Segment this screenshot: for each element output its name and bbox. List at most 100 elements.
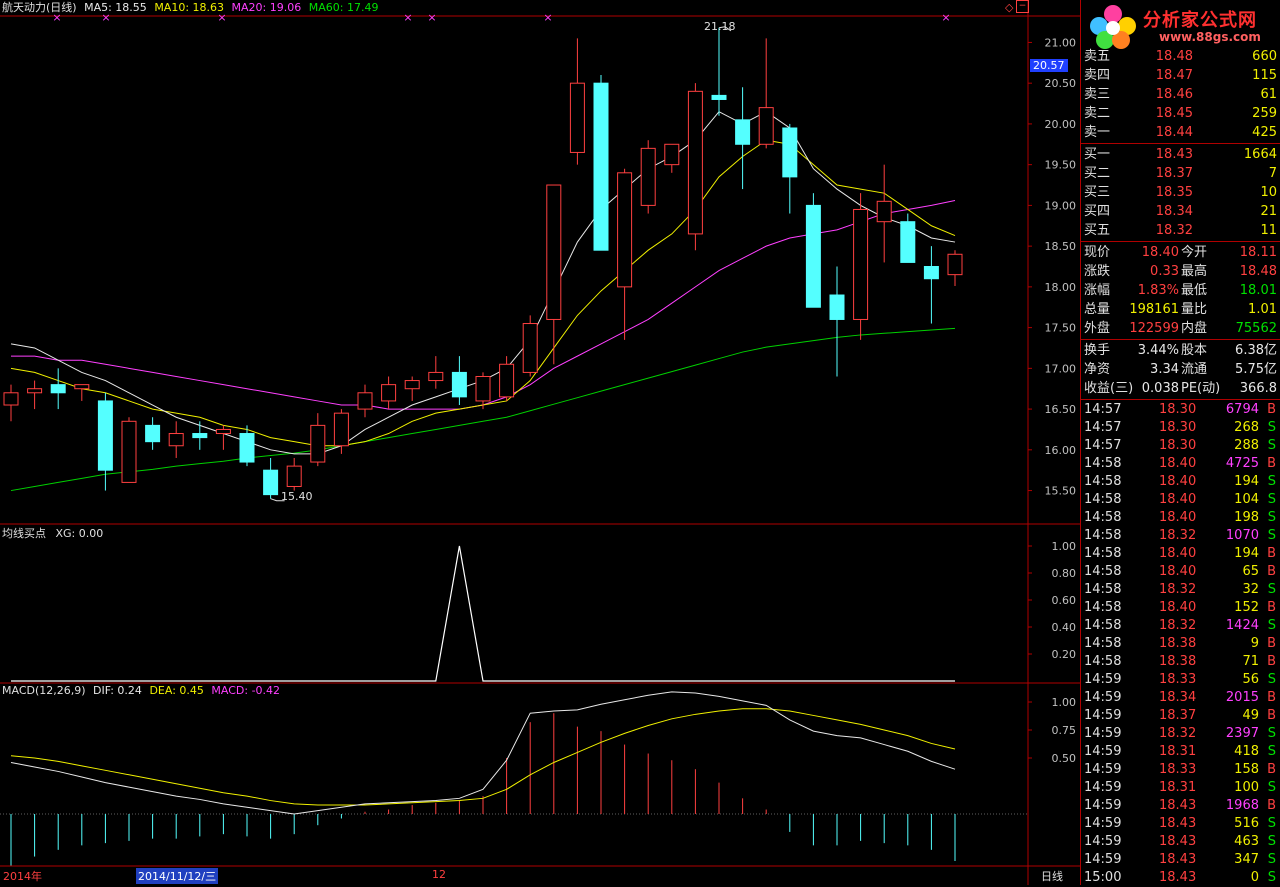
stat-value: 18.11 — [1239, 245, 1277, 260]
tick-time: 14:59 — [1084, 726, 1122, 741]
stat-row: 涨幅 1.83% 最低 18.01 — [1081, 281, 1280, 300]
candle-body — [74, 384, 90, 390]
tick-volume: 2397 — [1225, 726, 1259, 741]
tick-row[interactable]: 14:58 18.32 1070 S — [1081, 527, 1280, 545]
tick-side: S — [1267, 852, 1276, 867]
stat-value: 5.75亿 — [1235, 362, 1277, 377]
tick-row[interactable]: 14:58 18.40 194 B — [1081, 545, 1280, 563]
candle-body — [805, 204, 821, 308]
tick-row[interactable]: 14:59 18.43 347 S — [1081, 851, 1280, 869]
stat-value: 18.48 — [1239, 264, 1277, 279]
tick-row[interactable]: 14:58 18.38 71 B — [1081, 653, 1280, 671]
tick-time: 14:58 — [1084, 528, 1122, 543]
stat-value: 18.01 — [1239, 283, 1277, 298]
minimize-icon[interactable]: − — [1016, 0, 1029, 13]
ask-row[interactable]: 卖一 18.44 425 — [1081, 123, 1280, 142]
tick-row[interactable]: 14:59 18.34 2015 B — [1081, 689, 1280, 707]
candle-body — [3, 392, 19, 406]
tick-time: 14:58 — [1084, 636, 1122, 651]
tick-row[interactable]: 14:59 18.43 516 S — [1081, 815, 1280, 833]
tick-price: 18.30 — [1159, 420, 1197, 435]
bid-label: 买三 — [1084, 185, 1111, 200]
tick-time: 14:59 — [1084, 798, 1122, 813]
ask-price: 18.45 — [1155, 106, 1193, 121]
bid-label: 买五 — [1084, 223, 1111, 238]
ind-tick-label: 0.80 — [1052, 567, 1077, 580]
tick-row[interactable]: 15:00 18.43 0 S — [1081, 869, 1280, 887]
ask-row[interactable]: 卖五 18.48 660 — [1081, 47, 1280, 66]
dea-value: DEA: 0.45 — [149, 684, 204, 697]
tick-row[interactable]: 14:59 18.33 158 B — [1081, 761, 1280, 779]
macd-tick-label: 0.50 — [1052, 752, 1077, 765]
price-tick-label: 20.50 — [1045, 77, 1077, 90]
bid-row[interactable]: 买三 18.35 10 — [1081, 183, 1280, 202]
indicator-title: 均线买点 — [2, 527, 46, 540]
tick-time: 15:00 — [1084, 870, 1122, 885]
tick-side: B — [1267, 564, 1276, 579]
tick-row[interactable]: 14:58 18.32 32 S — [1081, 581, 1280, 599]
bid-row[interactable]: 买一 18.43 1664 — [1081, 145, 1280, 164]
chart-area[interactable]: 21.00 20.50 20.00 19.50 19.00 18.50 18.00 17.50… — [0, 0, 1080, 885]
tick-side: B — [1267, 798, 1276, 813]
candle-body — [829, 294, 845, 320]
tick-volume: 9 — [1250, 636, 1259, 651]
tick-row[interactable]: 14:59 18.31 418 S — [1081, 743, 1280, 761]
tick-row[interactable]: 14:58 18.40 152 B — [1081, 599, 1280, 617]
tick-row[interactable]: 14:58 18.40 65 B — [1081, 563, 1280, 581]
tick-row[interactable]: 14:57 18.30 288 S — [1081, 437, 1280, 455]
period-label[interactable]: 日线 — [1041, 868, 1063, 884]
diamond-icon[interactable]: ◇ — [1005, 1, 1013, 14]
tick-price: 18.31 — [1159, 744, 1197, 759]
tick-price: 18.43 — [1159, 834, 1197, 849]
tick-volume: 49 — [1242, 708, 1259, 723]
tick-price: 18.33 — [1159, 672, 1197, 687]
candle-body — [428, 371, 444, 382]
candle-body — [617, 172, 633, 288]
bid-volume: 1664 — [1243, 147, 1277, 162]
tick-volume: 100 — [1234, 780, 1259, 795]
tick-time: 14:57 — [1084, 438, 1122, 453]
stat-label: 涨跌 — [1084, 264, 1111, 279]
ask-row[interactable]: 卖二 18.45 259 — [1081, 104, 1280, 123]
dif-value: DIF: 0.24 — [93, 684, 142, 697]
footer-month: 12 — [432, 868, 446, 881]
bid-price: 18.43 — [1155, 147, 1193, 162]
ind-tick-label: 1.00 — [1052, 540, 1077, 553]
tick-row[interactable]: 14:59 18.43 463 S — [1081, 833, 1280, 851]
bid-row[interactable]: 买五 18.32 11 — [1081, 221, 1280, 240]
stat-value: 75562 — [1235, 321, 1277, 336]
tick-row[interactable]: 14:57 18.30 268 S — [1081, 419, 1280, 437]
stock-title: 航天动力(日线) — [2, 1, 77, 14]
ask-row[interactable]: 卖四 18.47 115 — [1081, 66, 1280, 85]
stat-label: 收益(三) — [1084, 381, 1134, 396]
tick-row[interactable]: 14:58 18.38 9 B — [1081, 635, 1280, 653]
kline-chart[interactable]: 21.00 20.50 20.00 19.50 19.00 18.50 18.00 17.50… — [0, 0, 1080, 885]
tick-row[interactable]: 14:58 18.40 104 S — [1081, 491, 1280, 509]
tick-row[interactable]: 14:59 18.31 100 S — [1081, 779, 1280, 797]
tick-row[interactable]: 14:59 18.32 2397 S — [1081, 725, 1280, 743]
tick-volume: 0 — [1250, 870, 1259, 885]
tick-row[interactable]: 14:58 18.40 194 S — [1081, 473, 1280, 491]
tick-row[interactable]: 14:59 18.37 49 B — [1081, 707, 1280, 725]
bid-row[interactable]: 买四 18.34 21 — [1081, 202, 1280, 221]
tick-price: 18.32 — [1159, 582, 1197, 597]
tick-row[interactable]: 14:59 18.33 56 S — [1081, 671, 1280, 689]
bid-price: 18.37 — [1155, 166, 1193, 181]
bid-row[interactable]: 买二 18.37 7 — [1081, 164, 1280, 183]
tick-row[interactable]: 14:58 18.32 1424 S — [1081, 617, 1280, 635]
candle-body — [27, 388, 43, 394]
tick-price: 18.43 — [1159, 816, 1197, 831]
tick-row[interactable]: 14:58 18.40 4725 B — [1081, 455, 1280, 473]
bid-volume: 7 — [1268, 166, 1277, 181]
stat-label: 现价 — [1084, 245, 1111, 260]
candle-body — [664, 143, 680, 166]
candle-body — [499, 363, 515, 398]
tick-volume: 198 — [1234, 510, 1259, 525]
tick-row[interactable]: 14:58 18.40 198 S — [1081, 509, 1280, 527]
stat-label: 换手 — [1084, 343, 1111, 358]
candle-body — [947, 253, 963, 276]
tick-row[interactable]: 14:59 18.43 1968 B — [1081, 797, 1280, 815]
ask-row[interactable]: 卖三 18.46 61 — [1081, 85, 1280, 104]
candle-body — [569, 82, 585, 153]
tick-row[interactable]: 14:57 18.30 6794 B — [1081, 401, 1280, 419]
